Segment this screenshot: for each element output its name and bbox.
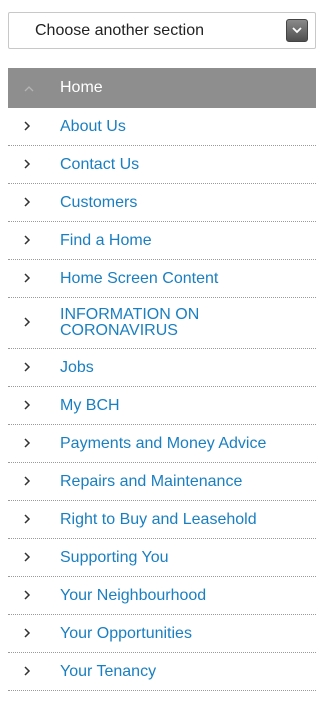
menu-item-label: Your Tenancy [60,662,157,680]
menu-item-label: Home [60,79,103,96]
menu-item-label: Your Opportunities [60,624,192,642]
chevron-right-icon [24,232,31,250]
menu-item-my-bch[interactable]: My BCH [8,387,316,425]
menu-item-home-screen-content[interactable]: Home Screen Content [8,260,316,298]
menu-item-about-us[interactable]: About Us [8,108,316,146]
menu-item-jobs[interactable]: Jobs [8,349,316,387]
menu-item-label: Customers [60,193,138,211]
menu-item-label: Supporting You [60,548,169,566]
chevron-right-icon [24,194,31,212]
menu-item-label: Right to Buy and Leasehold [60,510,257,528]
menu-item-contact-us[interactable]: Contact Us [8,146,316,184]
chevron-right-icon [24,156,31,174]
menu-item-label: Your Neighbourhood [60,586,207,604]
menu-item-right-to-buy-and-leasehold[interactable]: Right to Buy and Leasehold [8,501,316,539]
chevron-right-icon [24,435,31,453]
menu-item-your-neighbourhood[interactable]: Your Neighbourhood [8,577,316,615]
section-select-value: Choose another section [35,22,204,39]
menu-item-label: Repairs and Maintenance [60,472,243,490]
menu-item-customers[interactable]: Customers [8,184,316,222]
menu-item-find-a-home[interactable]: Find a Home [8,222,316,260]
menu-item-label: About Us [60,117,126,135]
section-menu: Home About Us Contact Us Customers Find [8,68,316,691]
chevron-up-icon [24,79,34,97]
chevron-right-icon [24,663,31,681]
chevron-right-icon [24,270,31,288]
menu-item-label: Contact Us [60,155,140,173]
chevron-right-icon [24,587,31,605]
menu-item-supporting-you[interactable]: Supporting You [8,539,316,577]
menu-item-label: Find a Home [60,231,152,249]
section-navigation: Choose another section Home About Us Con… [0,0,326,706]
menu-item-repairs-and-maintenance[interactable]: Repairs and Maintenance [8,463,316,501]
chevron-right-icon [24,314,31,332]
chevron-right-icon [24,625,31,643]
menu-item-payments-and-money-advice[interactable]: Payments and Money Advice [8,425,316,463]
menu-item-your-tenancy[interactable]: Your Tenancy [8,653,316,691]
menu-item-label: Jobs [60,358,94,376]
menu-item-home[interactable]: Home [8,68,316,108]
chevron-right-icon [24,549,31,567]
chevron-right-icon [24,511,31,529]
menu-item-label: INFORMATION ON CORONAVIRUS [60,306,200,339]
chevron-right-icon [24,473,31,491]
menu-item-your-opportunities[interactable]: Your Opportunities [8,615,316,653]
menu-item-label: Payments and Money Advice [60,434,267,452]
section-select[interactable]: Choose another section [8,12,316,49]
chevron-right-icon [24,397,31,415]
chevron-down-icon[interactable] [286,19,308,42]
chevron-right-icon [24,118,31,136]
menu-item-label: My BCH [60,396,120,414]
menu-item-label: Home Screen Content [60,269,219,287]
menu-item-information-on-coronavirus[interactable]: INFORMATION ON CORONAVIRUS [8,298,316,349]
chevron-right-icon [24,359,31,377]
